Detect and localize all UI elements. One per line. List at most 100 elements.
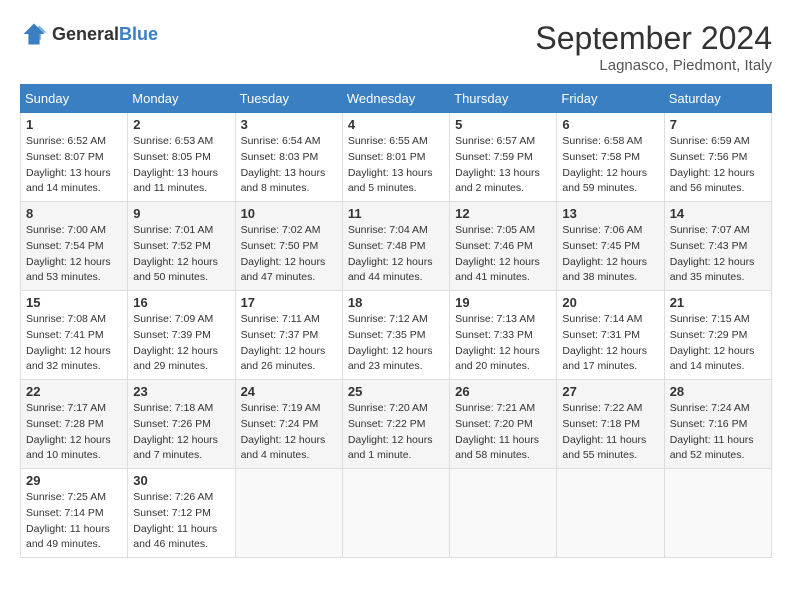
- calendar-cell: 9 Sunrise: 7:01 AMSunset: 7:52 PMDaylight…: [128, 202, 235, 291]
- day-number: 2: [133, 117, 229, 132]
- calendar-cell: 29Sunrise: 7:25 AMSunset: 7:14 PMDayligh…: [21, 469, 128, 558]
- calendar-cell: 13 Sunrise: 7:06 AMSunset: 7:45 PMDayligh…: [557, 202, 664, 291]
- day-number: 10: [241, 206, 337, 221]
- header-day-tuesday: Tuesday: [235, 85, 342, 113]
- calendar-cell: 23Sunrise: 7:18 AMSunset: 7:26 PMDayligh…: [128, 380, 235, 469]
- calendar-cell: 7 Sunrise: 6:59 AMSunset: 7:56 PMDaylight…: [664, 113, 771, 202]
- day-detail: Sunrise: 6:54 AMSunset: 8:03 PMDaylight:…: [241, 134, 337, 197]
- day-detail: Sunrise: 6:55 AMSunset: 8:01 PMDaylight:…: [348, 134, 444, 197]
- day-number: 19: [455, 295, 551, 310]
- day-number: 28: [670, 384, 766, 399]
- day-detail: Sunrise: 7:00 AMSunset: 7:54 PMDaylight:…: [26, 223, 122, 286]
- day-number: 3: [241, 117, 337, 132]
- calendar-cell: 3 Sunrise: 6:54 AMSunset: 8:03 PMDaylight…: [235, 113, 342, 202]
- header-day-sunday: Sunday: [21, 85, 128, 113]
- calendar-week-3: 15 Sunrise: 7:08 AMSunset: 7:41 PMDayligh…: [21, 291, 772, 380]
- day-detail: Sunrise: 7:06 AMSunset: 7:45 PMDaylight:…: [562, 223, 658, 286]
- header-day-monday: Monday: [128, 85, 235, 113]
- calendar-cell: 15 Sunrise: 7:08 AMSunset: 7:41 PMDayligh…: [21, 291, 128, 380]
- day-number: 9: [133, 206, 229, 221]
- calendar-cell: 21 Sunrise: 7:15 AMSunset: 7:29 PMDayligh…: [664, 291, 771, 380]
- day-number: 22: [26, 384, 122, 399]
- calendar-cell: 4 Sunrise: 6:55 AMSunset: 8:01 PMDaylight…: [342, 113, 449, 202]
- calendar-table: SundayMondayTuesdayWednesdayThursdayFrid…: [20, 84, 772, 558]
- day-detail: Sunrise: 6:52 AMSunset: 8:07 PMDaylight:…: [26, 134, 122, 197]
- header-row: SundayMondayTuesdayWednesdayThursdayFrid…: [21, 85, 772, 113]
- calendar-cell: [450, 469, 557, 558]
- calendar-cell: 2Sunrise: 6:53 AMSunset: 8:05 PMDaylight…: [128, 113, 235, 202]
- day-number: 7: [670, 117, 766, 132]
- header-day-friday: Friday: [557, 85, 664, 113]
- day-number: 13: [562, 206, 658, 221]
- calendar-cell: 6Sunrise: 6:58 AMSunset: 7:58 PMDaylight…: [557, 113, 664, 202]
- day-detail: Sunrise: 7:26 AMSunset: 7:12 PMDaylight:…: [133, 490, 229, 553]
- calendar-cell: 24 Sunrise: 7:19 AMSunset: 7:24 PMDayligh…: [235, 380, 342, 469]
- calendar-cell: 1 Sunrise: 6:52 AMSunset: 8:07 PMDaylight…: [21, 113, 128, 202]
- header-day-wednesday: Wednesday: [342, 85, 449, 113]
- day-number: 15: [26, 295, 122, 310]
- day-detail: Sunrise: 7:08 AMSunset: 7:41 PMDaylight:…: [26, 312, 122, 375]
- calendar-cell: [557, 469, 664, 558]
- day-number: 30: [133, 473, 229, 488]
- location: Lagnasco, Piedmont, Italy: [535, 57, 772, 74]
- day-number: 25: [348, 384, 444, 399]
- logo-icon: [20, 20, 48, 48]
- day-number: 20: [562, 295, 658, 310]
- day-number: 17: [241, 295, 337, 310]
- day-detail: Sunrise: 7:13 AMSunset: 7:33 PMDaylight:…: [455, 312, 551, 375]
- calendar-cell: 28 Sunrise: 7:24 AMSunset: 7:16 PMDayligh…: [664, 380, 771, 469]
- day-detail: Sunrise: 6:59 AMSunset: 7:56 PMDaylight:…: [670, 134, 766, 197]
- day-number: 26: [455, 384, 551, 399]
- calendar-cell: 18 Sunrise: 7:12 AMSunset: 7:35 PMDayligh…: [342, 291, 449, 380]
- day-number: 21: [670, 295, 766, 310]
- day-detail: Sunrise: 7:19 AMSunset: 7:24 PMDaylight:…: [241, 401, 337, 464]
- calendar-cell: 16 Sunrise: 7:09 AMSunset: 7:39 PMDayligh…: [128, 291, 235, 380]
- day-number: 18: [348, 295, 444, 310]
- month-year: September 2024: [535, 20, 772, 57]
- calendar-cell: 5 Sunrise: 6:57 AMSunset: 7:59 PMDaylight…: [450, 113, 557, 202]
- day-number: 5: [455, 117, 551, 132]
- calendar-cell: 14 Sunrise: 7:07 AMSunset: 7:43 PMDayligh…: [664, 202, 771, 291]
- day-detail: Sunrise: 7:20 AMSunset: 7:22 PMDaylight:…: [348, 401, 444, 464]
- day-number: 27: [562, 384, 658, 399]
- calendar-header: SundayMondayTuesdayWednesdayThursdayFrid…: [21, 85, 772, 113]
- day-detail: Sunrise: 7:07 AMSunset: 7:43 PMDaylight:…: [670, 223, 766, 286]
- day-number: 16: [133, 295, 229, 310]
- calendar-cell: 19 Sunrise: 7:13 AMSunset: 7:33 PMDayligh…: [450, 291, 557, 380]
- day-number: 14: [670, 206, 766, 221]
- calendar-cell: 26 Sunrise: 7:21 AMSunset: 7:20 PMDayligh…: [450, 380, 557, 469]
- day-detail: Sunrise: 7:05 AMSunset: 7:46 PMDaylight:…: [455, 223, 551, 286]
- day-number: 24: [241, 384, 337, 399]
- day-number: 12: [455, 206, 551, 221]
- calendar-week-5: 29Sunrise: 7:25 AMSunset: 7:14 PMDayligh…: [21, 469, 772, 558]
- calendar-body: 1 Sunrise: 6:52 AMSunset: 8:07 PMDaylight…: [21, 113, 772, 558]
- logo-general: General: [52, 24, 119, 44]
- calendar-cell: 12 Sunrise: 7:05 AMSunset: 7:46 PMDayligh…: [450, 202, 557, 291]
- day-number: 8: [26, 206, 122, 221]
- title-block: September 2024 Lagnasco, Piedmont, Italy: [535, 20, 772, 74]
- day-detail: Sunrise: 7:14 AMSunset: 7:31 PMDaylight:…: [562, 312, 658, 375]
- day-detail: Sunrise: 7:24 AMSunset: 7:16 PMDaylight:…: [670, 401, 766, 464]
- logo-blue: Blue: [119, 24, 158, 44]
- day-detail: Sunrise: 7:04 AMSunset: 7:48 PMDaylight:…: [348, 223, 444, 286]
- day-detail: Sunrise: 7:12 AMSunset: 7:35 PMDaylight:…: [348, 312, 444, 375]
- day-detail: Sunrise: 7:02 AMSunset: 7:50 PMDaylight:…: [241, 223, 337, 286]
- calendar-cell: 30 Sunrise: 7:26 AMSunset: 7:12 PMDayligh…: [128, 469, 235, 558]
- day-number: 4: [348, 117, 444, 132]
- logo: GeneralBlue: [20, 20, 158, 48]
- logo-text: GeneralBlue: [52, 24, 158, 45]
- day-number: 1: [26, 117, 122, 132]
- day-detail: Sunrise: 7:09 AMSunset: 7:39 PMDaylight:…: [133, 312, 229, 375]
- calendar-cell: 27Sunrise: 7:22 AMSunset: 7:18 PMDayligh…: [557, 380, 664, 469]
- day-detail: Sunrise: 7:15 AMSunset: 7:29 PMDaylight:…: [670, 312, 766, 375]
- calendar-cell: 20 Sunrise: 7:14 AMSunset: 7:31 PMDayligh…: [557, 291, 664, 380]
- calendar-week-1: 1 Sunrise: 6:52 AMSunset: 8:07 PMDaylight…: [21, 113, 772, 202]
- day-detail: Sunrise: 7:21 AMSunset: 7:20 PMDaylight:…: [455, 401, 551, 464]
- calendar-cell: [235, 469, 342, 558]
- day-detail: Sunrise: 6:57 AMSunset: 7:59 PMDaylight:…: [455, 134, 551, 197]
- day-detail: Sunrise: 7:11 AMSunset: 7:37 PMDaylight:…: [241, 312, 337, 375]
- header-day-saturday: Saturday: [664, 85, 771, 113]
- day-detail: Sunrise: 7:01 AMSunset: 7:52 PMDaylight:…: [133, 223, 229, 286]
- calendar-cell: 25 Sunrise: 7:20 AMSunset: 7:22 PMDayligh…: [342, 380, 449, 469]
- calendar-cell: 17 Sunrise: 7:11 AMSunset: 7:37 PMDayligh…: [235, 291, 342, 380]
